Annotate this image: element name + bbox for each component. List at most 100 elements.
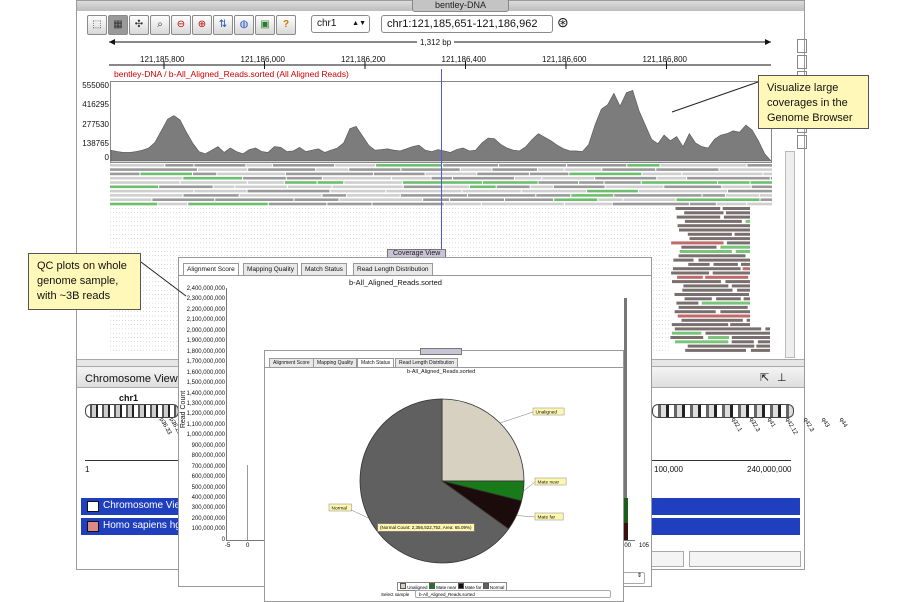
- tab-match-status[interactable]: Match Status: [357, 358, 394, 367]
- read: [747, 164, 772, 167]
- read: [316, 168, 348, 171]
- binoculars-icon[interactable]: ⊛: [557, 14, 569, 31]
- read: [426, 173, 477, 176]
- read: [492, 168, 537, 171]
- select-sample-dropdown[interactable]: b-All_Aligned_Reads.sorted: [415, 590, 611, 598]
- read: [110, 173, 140, 176]
- qc1-y-tick: 100,000,000: [181, 526, 225, 532]
- band-label: q32.3: [748, 417, 761, 433]
- chromosome-label: chr1: [119, 393, 138, 403]
- zoom-in-icon[interactable]: ⊕: [192, 15, 212, 35]
- read: [450, 198, 504, 201]
- read: [741, 263, 750, 266]
- read: [708, 336, 729, 339]
- qc1-y-tick: 200,000,000: [181, 516, 225, 522]
- band-label: q44: [838, 417, 848, 429]
- tab-read-length-distribution[interactable]: Read Length Distribution: [395, 358, 458, 367]
- read: [688, 233, 732, 236]
- expand-icon[interactable]: ✣: [129, 15, 149, 35]
- read: [110, 203, 157, 206]
- read: [747, 203, 772, 206]
- read: [732, 340, 754, 343]
- reads-scrollbar[interactable]: [785, 151, 795, 358]
- tab-mapping-quality[interactable]: Mapping Quality: [243, 263, 298, 275]
- read: [675, 327, 761, 330]
- ruler-arrow-right-icon: [765, 39, 771, 45]
- read: [642, 173, 681, 176]
- read: [724, 216, 750, 219]
- side-control-2[interactable]: [797, 55, 807, 69]
- globe-icon[interactable]: ◍: [234, 15, 254, 35]
- read: [679, 229, 750, 232]
- read: [676, 207, 721, 210]
- ruler-tick-label: 121,186,400: [442, 55, 487, 64]
- read: [713, 272, 750, 275]
- read: [110, 164, 164, 167]
- read: [747, 319, 750, 322]
- qc1-y-tick: 1,700,000,000: [181, 359, 225, 365]
- zoom-region-icon[interactable]: ⌕: [150, 15, 170, 35]
- read: [737, 289, 750, 292]
- read: [714, 263, 738, 266]
- locus-input[interactable]: chr1:121,185,651-121,186,962: [381, 15, 553, 33]
- band-label: q42.12: [784, 417, 798, 436]
- tab-alignment-score[interactable]: Alignment Score: [269, 358, 314, 367]
- read: [184, 194, 239, 197]
- qc1-y-tick: 500,000,000: [181, 485, 225, 491]
- chromosome-select[interactable]: chr1 ▲▼: [311, 15, 370, 33]
- pin-icon[interactable]: ⊥: [777, 371, 787, 384]
- read: [554, 186, 605, 189]
- side-control-1[interactable]: [797, 39, 807, 53]
- tab-match-status[interactable]: Match Status: [301, 263, 347, 275]
- image-icon[interactable]: ▣: [255, 15, 275, 35]
- detach-icon[interactable]: ⇱: [760, 371, 769, 384]
- side-control-7[interactable]: [797, 135, 807, 149]
- zoom-out-icon[interactable]: ⊖: [171, 15, 191, 35]
- tab-alignment-score[interactable]: Alignment Score: [183, 263, 239, 275]
- ideogram-right[interactable]: [652, 404, 794, 418]
- grid-icon[interactable]: ▦: [108, 15, 128, 35]
- read: [165, 164, 193, 167]
- read: [243, 177, 286, 180]
- read: [723, 207, 750, 210]
- read: [703, 194, 726, 197]
- read: [110, 186, 158, 189]
- match-status-pie-chart[interactable]: NormalUnalignedMate nearMate far: [265, 375, 623, 580]
- read: [688, 263, 709, 266]
- read: [756, 345, 770, 348]
- resize-icon[interactable]: ⬚: [87, 15, 107, 35]
- read: [728, 190, 772, 193]
- row-chromosome-view-label: Chromosome View: [103, 500, 187, 511]
- read: [678, 315, 750, 318]
- read: [744, 297, 750, 300]
- read: [671, 241, 723, 244]
- status-field-2: [689, 551, 801, 567]
- qc2-title-tab: [420, 348, 462, 355]
- ideogram-left[interactable]: [85, 404, 179, 418]
- tab-read-length-distribution[interactable]: Read Length Distribution: [353, 263, 433, 275]
- help-icon[interactable]: ?: [276, 15, 296, 35]
- read: [482, 203, 564, 206]
- read: [235, 186, 287, 189]
- qc1-chart-title: b-All_Aligned_Reads.sorted: [349, 278, 442, 287]
- read: [285, 181, 317, 184]
- read: [373, 203, 444, 206]
- ruler-tick-label: 121,185,800: [140, 55, 185, 64]
- read: [403, 181, 482, 184]
- read: [522, 190, 587, 193]
- read: [110, 181, 180, 184]
- legend-swatch-mate-far: [458, 583, 464, 589]
- pie-slice-label: Mate far: [538, 515, 556, 521]
- sort-icon[interactable]: ⇅: [213, 15, 233, 35]
- select-sample-label: Select sample: [381, 592, 409, 597]
- read: [340, 198, 423, 201]
- read: [287, 177, 322, 180]
- read: [110, 190, 193, 193]
- tab-mapping-quality[interactable]: Mapping Quality: [313, 358, 357, 367]
- read: [598, 198, 622, 201]
- scale-right-label-1: 100,000: [654, 465, 683, 474]
- qc1-y-tick: 700,000,000: [181, 464, 225, 470]
- legend-swatch-mate-near: [429, 583, 435, 589]
- qc1-y-tick: 1,300,000,000: [181, 401, 225, 407]
- read: [571, 194, 613, 197]
